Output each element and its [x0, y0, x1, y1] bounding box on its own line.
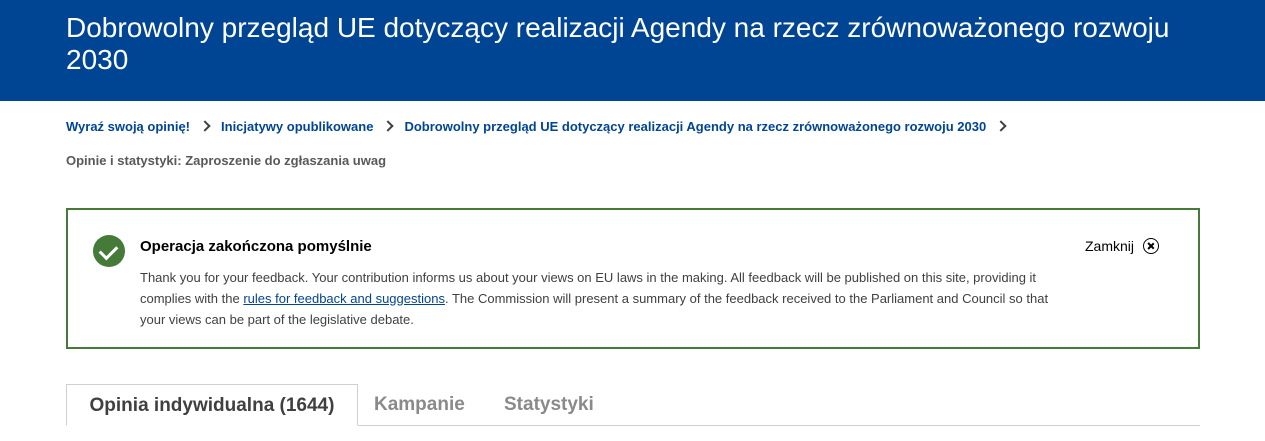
- breadcrumb-link-initiatives[interactable]: Inicjatywy opublikowane: [221, 119, 373, 134]
- success-alert: Operacja zakończona pomyślnie Thank you …: [66, 208, 1200, 349]
- check-circle-icon: [93, 235, 125, 267]
- alert-message: Thank you for your feedback. Your contri…: [140, 267, 1070, 330]
- breadcrumb-link-feedback[interactable]: Wyraź swoją opinię!: [66, 119, 190, 134]
- chevron-right-icon: [199, 120, 211, 132]
- header-banner: Dobrowolny przegląd UE dotyczący realiza…: [0, 0, 1265, 101]
- tabs: Opinia indywidualna (1644) Kampanie Stat…: [66, 384, 1200, 441]
- page-title: Dobrowolny przegląd UE dotyczący realiza…: [66, 12, 1170, 75]
- tab-individual-feedback[interactable]: Opinia indywidualna (1644): [66, 384, 358, 426]
- alert-title: Operacja zakończona pomyślnie: [140, 238, 372, 255]
- tab-campaigns[interactable]: Kampanie: [374, 384, 465, 426]
- close-alert-button[interactable]: Zamknij: [1085, 235, 1160, 257]
- tab-statistics[interactable]: Statystyki: [504, 384, 594, 426]
- close-icon: [1143, 238, 1160, 254]
- feedback-rules-link[interactable]: rules for feedback and suggestions: [243, 291, 445, 306]
- chevron-right-icon: [995, 120, 1007, 132]
- breadcrumb: Wyraź swoją opinię! Inicjatywy opublikow…: [66, 116, 1017, 136]
- chevron-right-icon: [382, 120, 395, 132]
- close-label: Zamknij: [1085, 238, 1135, 254]
- breadcrumb-link-review[interactable]: Dobrowolny przegląd UE dotyczący realiza…: [404, 119, 986, 134]
- page-subtitle: Opinie i statystyki: Zaproszenie do zgła…: [66, 153, 387, 168]
